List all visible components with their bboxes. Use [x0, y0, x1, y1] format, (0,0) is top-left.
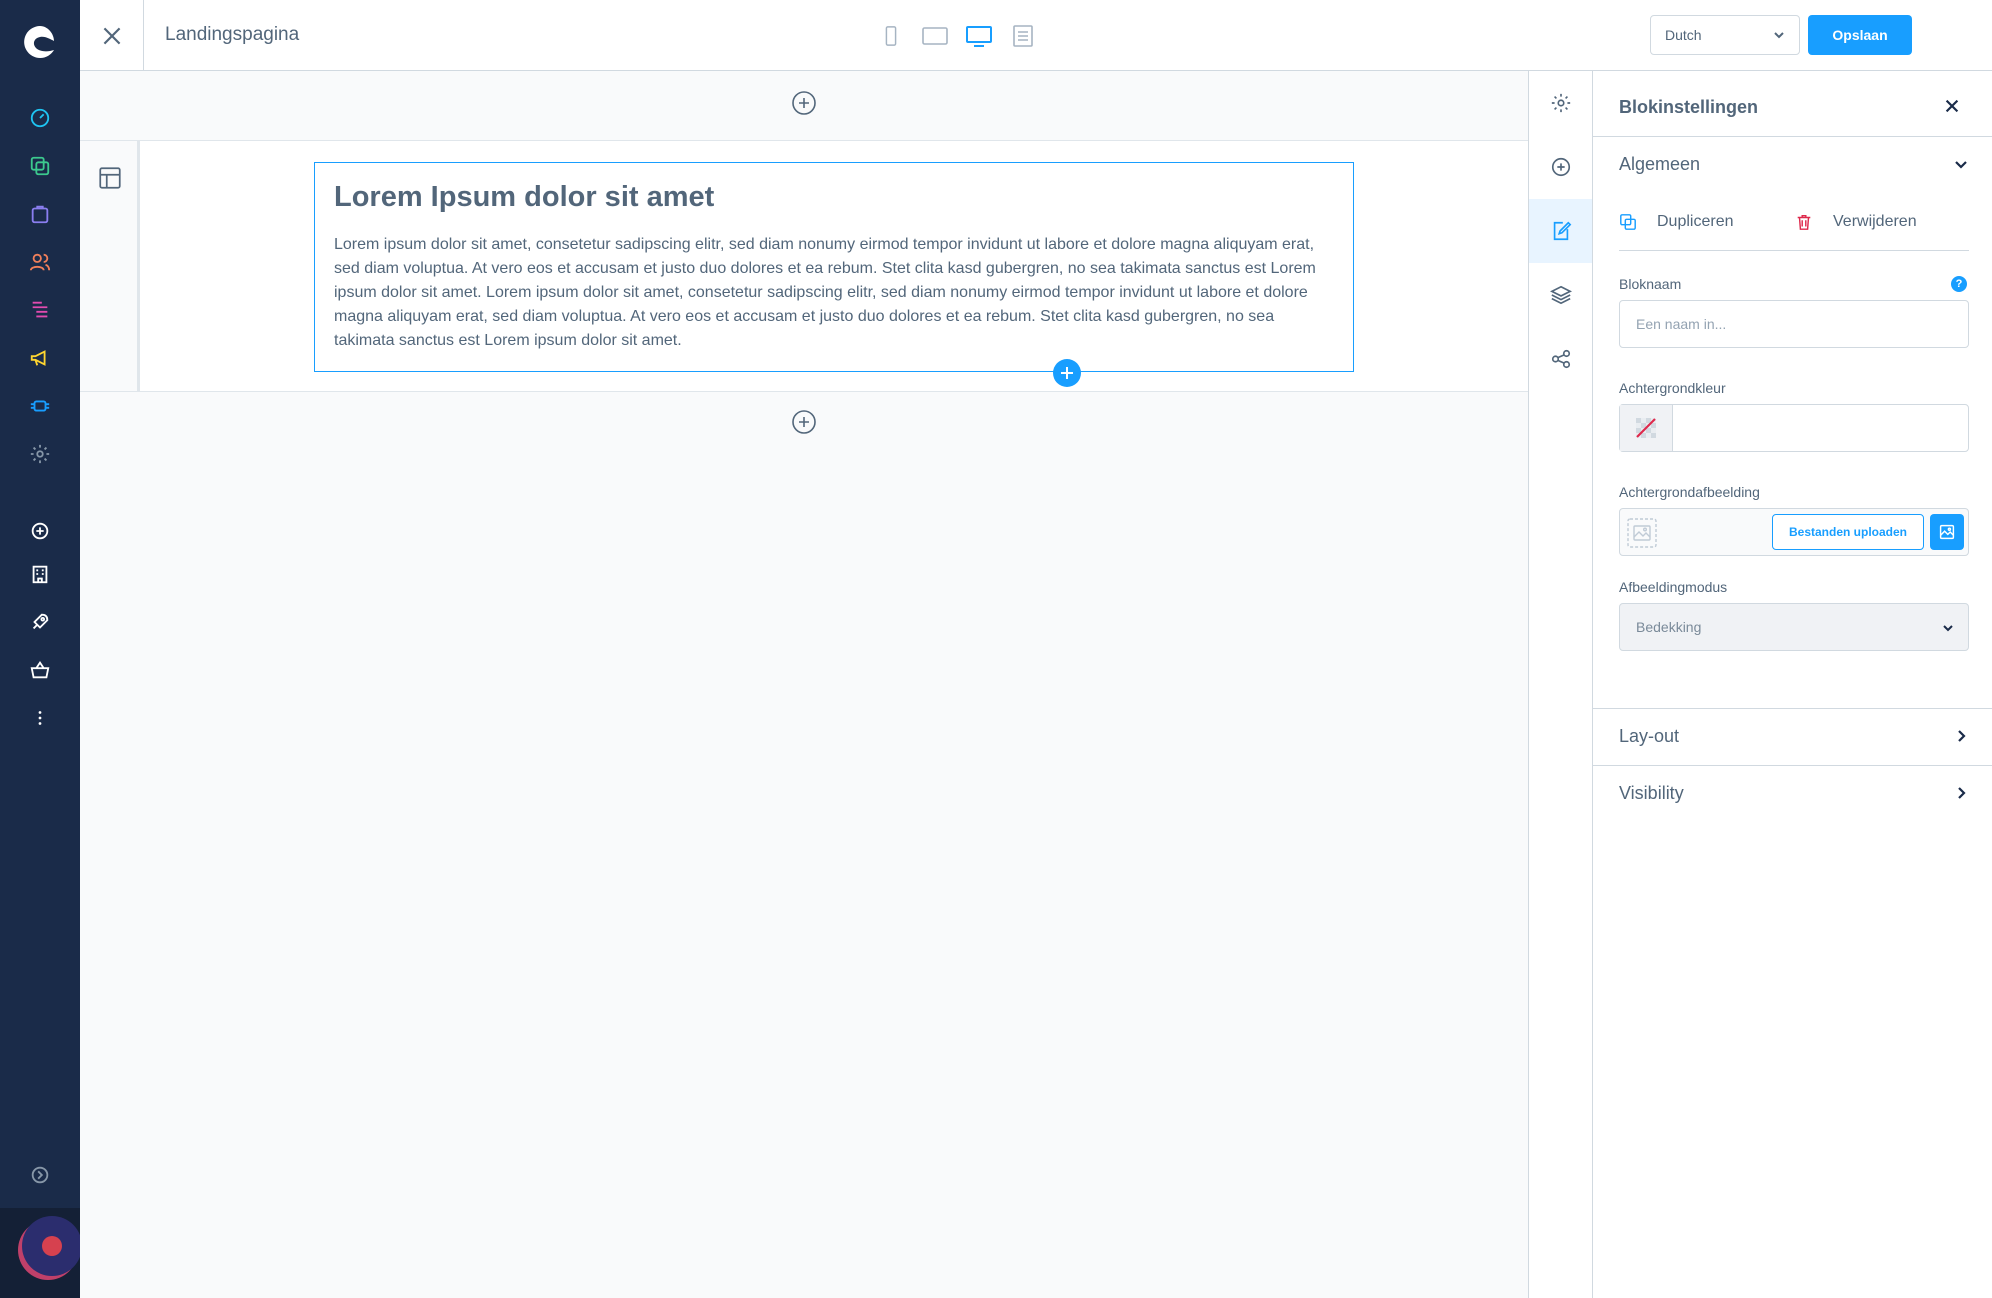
close-button[interactable]	[80, 0, 144, 71]
extensions-icon[interactable]	[25, 391, 55, 421]
duplicate-label: Dupliceren	[1657, 213, 1734, 230]
catalogue-icon[interactable]	[25, 151, 55, 181]
chevron-right-icon	[1958, 730, 1966, 742]
shopware-logo-icon[interactable]	[20, 22, 60, 62]
block-body-text[interactable]: Lorem ipsum dolor sit amet, consetetur s…	[334, 233, 1334, 353]
orders-icon[interactable]	[25, 199, 55, 229]
add-circle-icon	[792, 91, 816, 115]
trash-icon	[1797, 214, 1811, 230]
add-circle-icon	[1551, 157, 1570, 177]
image-mode-value: Bedekking	[1636, 619, 1702, 635]
accordion-layout-label: Lay-out	[1619, 726, 1680, 746]
image-icon	[1939, 524, 1955, 540]
background-color-label: Achtergrondkleur	[1619, 380, 1726, 396]
upload-files-button[interactable]: Bestanden uploaden	[1772, 514, 1924, 550]
block-actions: Dupliceren Verwijderen	[1619, 201, 1969, 251]
topbar: Landingspagina Dutch Opslaan	[80, 0, 1992, 71]
accordion-visibility[interactable]: Visibility	[1593, 766, 1992, 822]
tablet-icon	[922, 27, 948, 45]
section-gutter	[80, 141, 140, 391]
block-name-label: Bloknaam	[1619, 276, 1682, 292]
avatar-dot	[42, 1236, 62, 1256]
page-settings-tab[interactable]	[1529, 71, 1592, 135]
accordion-visibility-label: Visibility	[1619, 783, 1684, 803]
block-settings-panel: Blokinstellingen Algemeen Dupliceren Ver…	[1593, 71, 1992, 1298]
add-block-button[interactable]	[1053, 359, 1081, 387]
color-swatch-button[interactable]	[1620, 405, 1673, 451]
page-title: Landingspagina	[165, 24, 300, 45]
save-button[interactable]: Opslaan	[1808, 15, 1912, 55]
marketing-icon[interactable]	[25, 343, 55, 373]
add-section-bottom-button[interactable]	[791, 409, 817, 435]
more-icon[interactable]	[25, 703, 55, 733]
chevron-down-icon	[1955, 161, 1967, 169]
settings-icon[interactable]	[25, 439, 55, 469]
delete-label: Verwijderen	[1833, 213, 1917, 230]
main-navigation	[0, 0, 82, 1298]
block-heading[interactable]: Lorem Ipsum dolor sit amet	[334, 181, 1334, 214]
avatar[interactable]	[22, 1216, 82, 1276]
accordion-general[interactable]: Algemeen	[1593, 137, 1992, 193]
add-circle-icon	[792, 410, 816, 434]
background-image-field: Bestanden uploaden	[1619, 508, 1969, 556]
duplicate-icon	[1620, 214, 1636, 230]
block-settings-tab[interactable]	[1529, 199, 1592, 263]
gear-icon	[1551, 93, 1570, 113]
chevron-down-icon	[1943, 625, 1953, 632]
chevron-down-icon	[1774, 32, 1784, 39]
panel-header: Blokinstellingen	[1593, 71, 1992, 137]
duplicate-button[interactable]: Dupliceren	[1619, 213, 1733, 231]
plus-icon	[1061, 367, 1073, 379]
add-icon[interactable]	[25, 516, 55, 546]
panel-title: Blokinstellingen	[1619, 97, 1759, 117]
tablet-view-button[interactable]	[919, 20, 951, 52]
expand-icon[interactable]	[25, 1160, 55, 1190]
block-name-input[interactable]	[1619, 300, 1969, 348]
desktop-icon	[966, 26, 992, 47]
language-select[interactable]: Dutch	[1650, 15, 1800, 55]
layers-tab[interactable]	[1529, 263, 1592, 327]
sidebar-tabs	[1528, 71, 1593, 1298]
media-library-button[interactable]	[1930, 514, 1964, 550]
background-color-field[interactable]	[1619, 404, 1969, 452]
mobile-view-button[interactable]	[875, 20, 907, 52]
content-icon[interactable]	[25, 295, 55, 325]
delete-button[interactable]: Verwijderen	[1795, 213, 1917, 231]
close-icon	[1945, 99, 1959, 113]
image-placeholder-icon	[1626, 517, 1658, 549]
layers-icon	[1549, 285, 1572, 305]
customers-icon[interactable]	[25, 247, 55, 277]
image-mode-select[interactable]: Bedekking	[1619, 603, 1969, 651]
text-block[interactable]: Lorem Ipsum dolor sit amet Lorem ipsum d…	[314, 162, 1354, 387]
help-icon[interactable]: ?	[1951, 276, 1967, 292]
rocket-icon[interactable]	[25, 607, 55, 637]
share-icon	[1551, 349, 1570, 369]
edit-icon	[1553, 221, 1571, 241]
accordion-layout[interactable]: Lay-out	[1593, 709, 1992, 765]
dashboard-icon[interactable]	[25, 103, 55, 133]
image-mode-label: Afbeeldingmodus	[1619, 579, 1728, 595]
list-view-button[interactable]	[1007, 20, 1039, 52]
chevron-right-icon	[1958, 787, 1966, 799]
accordion-general-label: Algemeen	[1619, 154, 1701, 174]
close-icon	[103, 27, 120, 44]
desktop-view-button[interactable]	[963, 20, 995, 52]
no-color-icon	[1636, 418, 1656, 438]
share-tab[interactable]	[1529, 327, 1592, 391]
basket-icon[interactable]	[25, 655, 55, 685]
device-switcher	[875, 20, 1039, 52]
background-image-label: Achtergrondafbeelding	[1619, 484, 1760, 500]
editor-canvas: Lorem Ipsum dolor sit amet Lorem ipsum d…	[80, 71, 1528, 1298]
page-section[interactable]: Lorem Ipsum dolor sit amet Lorem ipsum d…	[80, 140, 1528, 392]
add-section-top-button[interactable]	[791, 90, 817, 116]
language-value: Dutch	[1665, 27, 1702, 43]
store-icon[interactable]	[25, 559, 55, 589]
add-blocks-tab[interactable]	[1529, 135, 1592, 199]
section-layout-icon[interactable]	[97, 165, 123, 191]
list-icon	[1013, 25, 1033, 47]
panel-close-button[interactable]	[1943, 97, 1963, 117]
mobile-icon	[885, 26, 897, 46]
